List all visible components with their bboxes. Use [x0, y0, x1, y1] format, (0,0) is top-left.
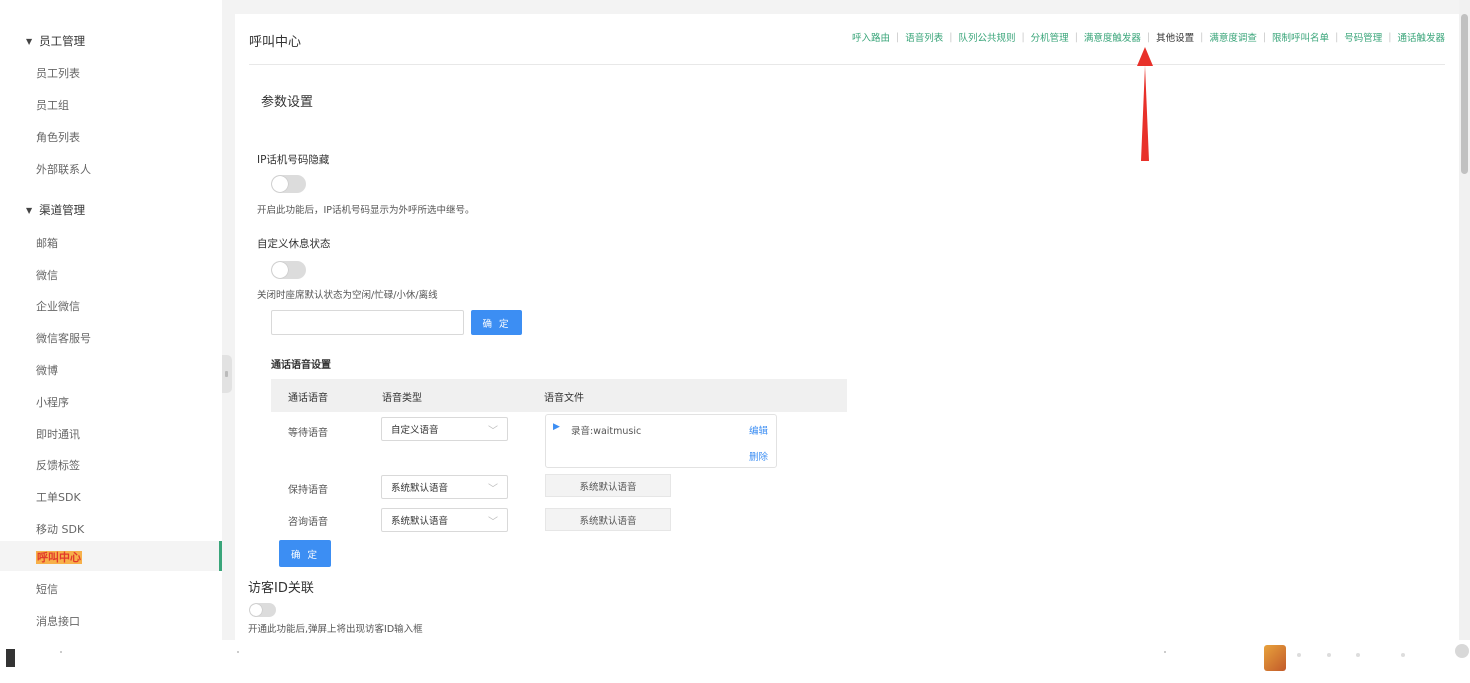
scrollbar-thumb[interactable]	[1461, 14, 1468, 174]
sidebar-item-wecom[interactable]: 企业微信	[36, 298, 80, 314]
tab-voice-list[interactable]: 语音列表	[905, 30, 943, 44]
voice-file-name: 录音:waitmusic	[571, 426, 642, 437]
chevron-down-icon: ﹀	[488, 483, 498, 495]
voice-row-name: 等待语音	[288, 428, 328, 439]
voice-type-select-wait[interactable]: 自定义语音 ﹀	[381, 417, 508, 441]
tab-satisfaction-trigger[interactable]: 满意度触发器	[1084, 30, 1141, 44]
sidebar-item-sms[interactable]: 短信	[36, 581, 58, 597]
toggle-knob	[272, 176, 288, 192]
chevron-down-icon: ﹀	[488, 516, 498, 528]
app-icon[interactable]	[1264, 645, 1286, 671]
ip-hide-label: IP话机号码隐藏	[257, 154, 330, 166]
sidebar-active-highlight	[0, 541, 222, 571]
custom-rest-help: 关闭时座席默认状态为空闲/忙碌/小休/离线	[257, 290, 438, 301]
tab-extension-mgmt[interactable]: 分机管理	[1031, 30, 1069, 44]
sidebar-item-role-list[interactable]: 角色列表	[36, 129, 80, 145]
tab-number-mgmt[interactable]: 号码管理	[1344, 30, 1382, 44]
voice-settings-confirm-button[interactable]: 确 定	[279, 540, 331, 567]
voice-row-name: 保持语音	[288, 485, 328, 496]
scrollbar[interactable]	[1459, 0, 1470, 640]
custom-rest-confirm-button[interactable]: 确 定	[471, 310, 522, 335]
sidebar: ▼ 员工管理 员工列表 员工组 角色列表 外部联系人 ▼ 渠道管理 邮箱 微信 …	[0, 0, 222, 640]
sidebar-active-indicator	[219, 541, 222, 571]
tab-satisfaction-survey[interactable]: 满意度调查	[1209, 30, 1257, 44]
column-header: 通话语音	[288, 393, 328, 404]
tab-call-trigger[interactable]: 通话触发器	[1397, 30, 1445, 44]
sidebar-item-call-center[interactable]: 呼叫中心	[36, 549, 82, 565]
page-title: 呼叫中心	[249, 35, 302, 50]
sidebar-item-wechat-service[interactable]: 微信客服号	[36, 330, 91, 346]
chevron-down-icon: ﹀	[488, 425, 498, 437]
sidebar-item-feedback-tags[interactable]: 反馈标签	[36, 457, 80, 473]
custom-rest-toggle[interactable]	[271, 261, 306, 279]
voice-type-select-hold[interactable]: 系统默认语音 ﹀	[381, 475, 508, 499]
sidebar-item-mobile-sdk[interactable]: 移动 SDK	[36, 521, 84, 537]
custom-rest-input[interactable]	[271, 310, 464, 335]
sidebar-group-channels[interactable]: ▼ 渠道管理	[26, 202, 85, 218]
header-divider	[249, 64, 1445, 65]
top-nav: 呼入路由 | 语音列表 | 队列公共规则 | 分机管理 | 满意度触发器 | 其他设置 | …	[852, 30, 1445, 45]
column-header: 语音文件	[544, 393, 584, 404]
default-voice-button[interactable]: 系统默认语音	[545, 474, 671, 497]
sidebar-item-message-api[interactable]: 消息接口	[36, 613, 80, 629]
document-icon	[6, 649, 15, 667]
sidebar-item-im[interactable]: 即时通讯	[36, 426, 80, 442]
voice-settings-title: 通话语音设置	[271, 360, 331, 371]
voice-file-box: ▶ 录音:waitmusic 编辑 删除	[545, 414, 777, 468]
sidebar-item-email[interactable]: 邮箱	[36, 235, 58, 251]
tab-queue-rules[interactable]: 队列公共规则	[958, 30, 1015, 44]
toggle-knob	[272, 262, 288, 278]
visitor-id-toggle[interactable]	[249, 603, 276, 617]
play-icon[interactable]: ▶	[553, 422, 560, 432]
sidebar-item-weibo[interactable]: 微博	[36, 362, 58, 378]
edit-link[interactable]: 编辑	[749, 423, 768, 437]
ip-hide-help: 开启此功能后，IP话机号码显示为外呼所选中继号。	[257, 205, 475, 216]
column-header: 语音类型	[382, 393, 422, 404]
caret-down-icon: ▼	[26, 205, 33, 215]
sidebar-item-ticket-sdk[interactable]: 工单SDK	[36, 489, 81, 505]
ip-hide-toggle[interactable]	[271, 175, 306, 193]
caret-down-icon: ▼	[26, 36, 33, 46]
visitor-id-help: 开通此功能后,弹屏上将出现访客ID输入框	[248, 624, 423, 635]
sidebar-item-staff-group[interactable]: 员工组	[36, 97, 69, 113]
sidebar-item-mini-program[interactable]: 小程序	[36, 394, 69, 410]
status-circle-icon	[1455, 644, 1469, 658]
sidebar-item-staff-list[interactable]: 员工列表	[36, 65, 80, 81]
sidebar-group-staff[interactable]: ▼ 员工管理	[26, 33, 85, 49]
sidebar-item-wechat[interactable]: 微信	[36, 267, 58, 283]
default-voice-button[interactable]: 系统默认语音	[545, 508, 671, 531]
toggle-knob	[250, 604, 262, 616]
taskbar	[0, 640, 1470, 683]
voice-type-select-consult[interactable]: 系统默认语音 ﹀	[381, 508, 508, 532]
visitor-id-title: 访客ID关联	[248, 581, 314, 596]
tab-other-settings[interactable]: 其他设置	[1156, 30, 1194, 44]
custom-rest-label: 自定义休息状态	[257, 238, 331, 250]
delete-link[interactable]: 删除	[749, 449, 768, 463]
main-panel: 呼叫中心 呼入路由 | 语音列表 | 队列公共规则 | 分机管理 | 满意度触发器 | 其…	[235, 14, 1459, 640]
tab-inbound-routing[interactable]: 呼入路由	[852, 30, 890, 44]
section-title-params: 参数设置	[261, 95, 314, 110]
sidebar-collapse-handle[interactable]	[222, 355, 232, 393]
app-window: ▼ 员工管理 员工列表 员工组 角色列表 外部联系人 ▼ 渠道管理 邮箱 微信 …	[0, 0, 1470, 640]
voice-table-header: 通话语音 语音类型 语音文件	[271, 379, 847, 412]
sidebar-item-external-contacts[interactable]: 外部联系人	[36, 161, 91, 177]
voice-row-name: 咨询语音	[288, 517, 328, 528]
tab-call-blocklist[interactable]: 限制呼叫名单	[1272, 30, 1329, 44]
